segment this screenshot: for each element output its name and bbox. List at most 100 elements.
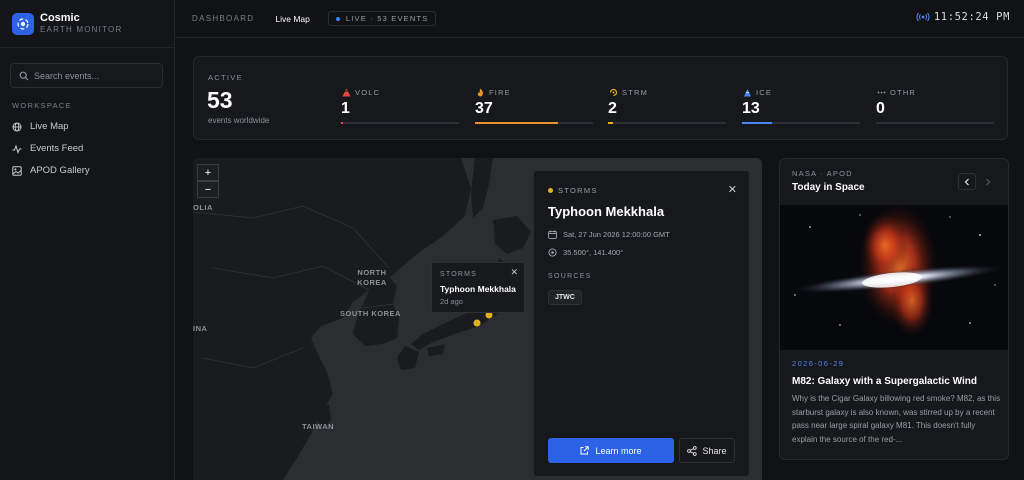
breadcrumb-dashboard[interactable]: DASHBOARD <box>192 14 254 23</box>
map-label: INA <box>193 324 208 333</box>
calendar-icon <box>548 230 557 239</box>
tooltip-age: 2d ago <box>440 297 463 306</box>
brand-subtitle: EARTH MONITOR <box>40 24 123 34</box>
ice-icon <box>742 87 752 97</box>
chevron-right-icon <box>986 178 991 185</box>
stat-volc[interactable]: VOLC 1 <box>341 87 459 124</box>
map-label: OLIA <box>193 203 213 212</box>
learn-more-button[interactable]: Learn more <box>548 438 674 463</box>
sidebar-item-label: APOD Gallery <box>30 165 90 176</box>
breadcrumb-current: Live Map <box>275 13 310 24</box>
activity-icon <box>12 143 22 154</box>
sources-label: SOURCES <box>548 273 592 280</box>
search-box[interactable] <box>10 63 163 88</box>
stat-code: ICE <box>756 87 773 97</box>
stat-othr[interactable]: OTHR 0 <box>876 87 994 124</box>
detail-category: STORMS <box>548 186 598 195</box>
broadcast-icon <box>916 12 930 22</box>
sidebar: Cosmic EARTH MONITOR WORKSPACE Live Map … <box>0 0 175 480</box>
sidebar-item-live-map[interactable]: Live Map <box>12 121 69 132</box>
detail-coords: 35.500°, 141.400° <box>563 248 624 257</box>
stats-card: ACTIVE 53 events worldwide VOLC 1 FIRE 3… <box>193 56 1008 140</box>
detail-coords-row: 35.500°, 141.400° <box>548 248 623 257</box>
brand[interactable]: Cosmic EARTH MONITOR <box>0 0 174 48</box>
chevron-left-icon <box>964 178 969 185</box>
search-icon <box>19 71 29 80</box>
stat-bar <box>742 122 860 124</box>
tooltip-close-icon[interactable]: ✕ <box>510 267 518 278</box>
map-label: SOUTH KOREA <box>340 309 401 318</box>
stat-value: 0 <box>876 100 885 117</box>
detail-date: Sat, 27 Jun 2026 12:00:00 GMT <box>563 230 670 239</box>
apod-date: 2026-06-29 <box>792 359 845 368</box>
tooltip-category: STORMS <box>440 271 478 278</box>
stat-fire[interactable]: FIRE 37 <box>475 87 593 124</box>
stat-bar-fill <box>742 122 772 124</box>
stat-code: STRM <box>622 87 649 97</box>
share-button[interactable]: Share <box>679 438 735 463</box>
brand-title: Cosmic <box>40 11 80 24</box>
active-subtitle: events worldwide <box>208 116 270 125</box>
stat-bar-fill <box>341 122 344 124</box>
apod-prev-button[interactable] <box>958 173 976 190</box>
fire-icon <box>475 87 485 97</box>
stat-code: OTHR <box>890 87 917 97</box>
storm-dot-icon <box>548 188 553 193</box>
more-icon <box>876 87 886 97</box>
clock-time: 11:52:24 PM <box>933 11 1010 23</box>
stat-bar-fill <box>475 122 558 124</box>
image-icon <box>12 165 22 176</box>
workspace-label: WORKSPACE <box>12 101 72 110</box>
stat-strm[interactable]: STRM 2 <box>608 87 726 124</box>
sidebar-item-label: Live Map <box>30 121 69 132</box>
stat-value: 2 <box>608 100 617 117</box>
apod-card: NASA · APOD Today in Space 2026-06-29 M8… <box>779 158 1009 460</box>
brand-logo-icon <box>12 12 34 35</box>
external-link-icon <box>580 446 590 455</box>
apod-image <box>780 205 1008 350</box>
source-badge[interactable]: JTWC <box>548 290 582 305</box>
stat-bar <box>608 122 726 124</box>
zoom-in-button[interactable]: + <box>197 164 219 181</box>
stat-bar <box>341 122 459 124</box>
globe-icon <box>12 122 22 131</box>
stat-code: VOLC <box>355 87 381 97</box>
live-dot-icon <box>335 16 340 21</box>
apod-description: Why is the Cigar Galaxy billowing red sm… <box>792 394 1001 444</box>
share-label: Share <box>702 445 727 456</box>
map-label: NORTH KOREA <box>357 268 387 287</box>
tooltip-title: Typhoon Mekkhala <box>440 284 516 294</box>
share-icon <box>687 445 698 456</box>
detail-close-icon[interactable]: ✕ <box>728 183 737 196</box>
event-tooltip: STORMS Typhoon Mekkhala 2d ago ✕ <box>431 262 525 313</box>
stat-code: FIRE <box>489 87 511 97</box>
volcano-icon <box>341 87 351 97</box>
apod-title: Today in Space <box>792 182 865 193</box>
live-status-badge: LIVE · 53 EVENTS <box>327 11 437 26</box>
stat-bar-fill <box>608 122 613 124</box>
location-pin-icon <box>548 248 557 257</box>
stat-bar <box>475 122 593 124</box>
sidebar-item-apod-gallery[interactable]: APOD Gallery <box>12 165 90 176</box>
stat-bar <box>876 122 994 124</box>
zoom-controls: + − <box>193 164 219 198</box>
apod-next-button[interactable] <box>979 173 997 190</box>
storm-icon <box>608 87 618 97</box>
stat-value: 13 <box>742 100 760 117</box>
stat-value: 37 <box>475 100 493 117</box>
top-bar: DASHBOARD Live Map LIVE · 53 EVENTS 11:5… <box>175 0 1024 38</box>
active-count: 53 <box>207 87 233 113</box>
detail-category-text: STORMS <box>558 186 598 195</box>
stat-ice[interactable]: ICE 13 <box>742 87 860 124</box>
clock: 11:52:24 PM <box>916 11 1010 23</box>
active-label: ACTIVE <box>208 73 243 82</box>
map-label: TAIWAN <box>302 422 335 431</box>
sidebar-item-label: Events Feed <box>30 143 84 154</box>
apod-headline[interactable]: M82: Galaxy with a Supergalactic Wind <box>792 376 977 387</box>
stat-value: 1 <box>341 100 350 117</box>
zoom-out-button[interactable]: − <box>197 181 219 198</box>
live-status-text: LIVE · 53 EVENTS <box>345 14 429 23</box>
detail-title: Typhoon Mekkhala <box>548 204 665 219</box>
search-input[interactable] <box>34 70 154 81</box>
sidebar-item-events-feed[interactable]: Events Feed <box>12 143 83 154</box>
